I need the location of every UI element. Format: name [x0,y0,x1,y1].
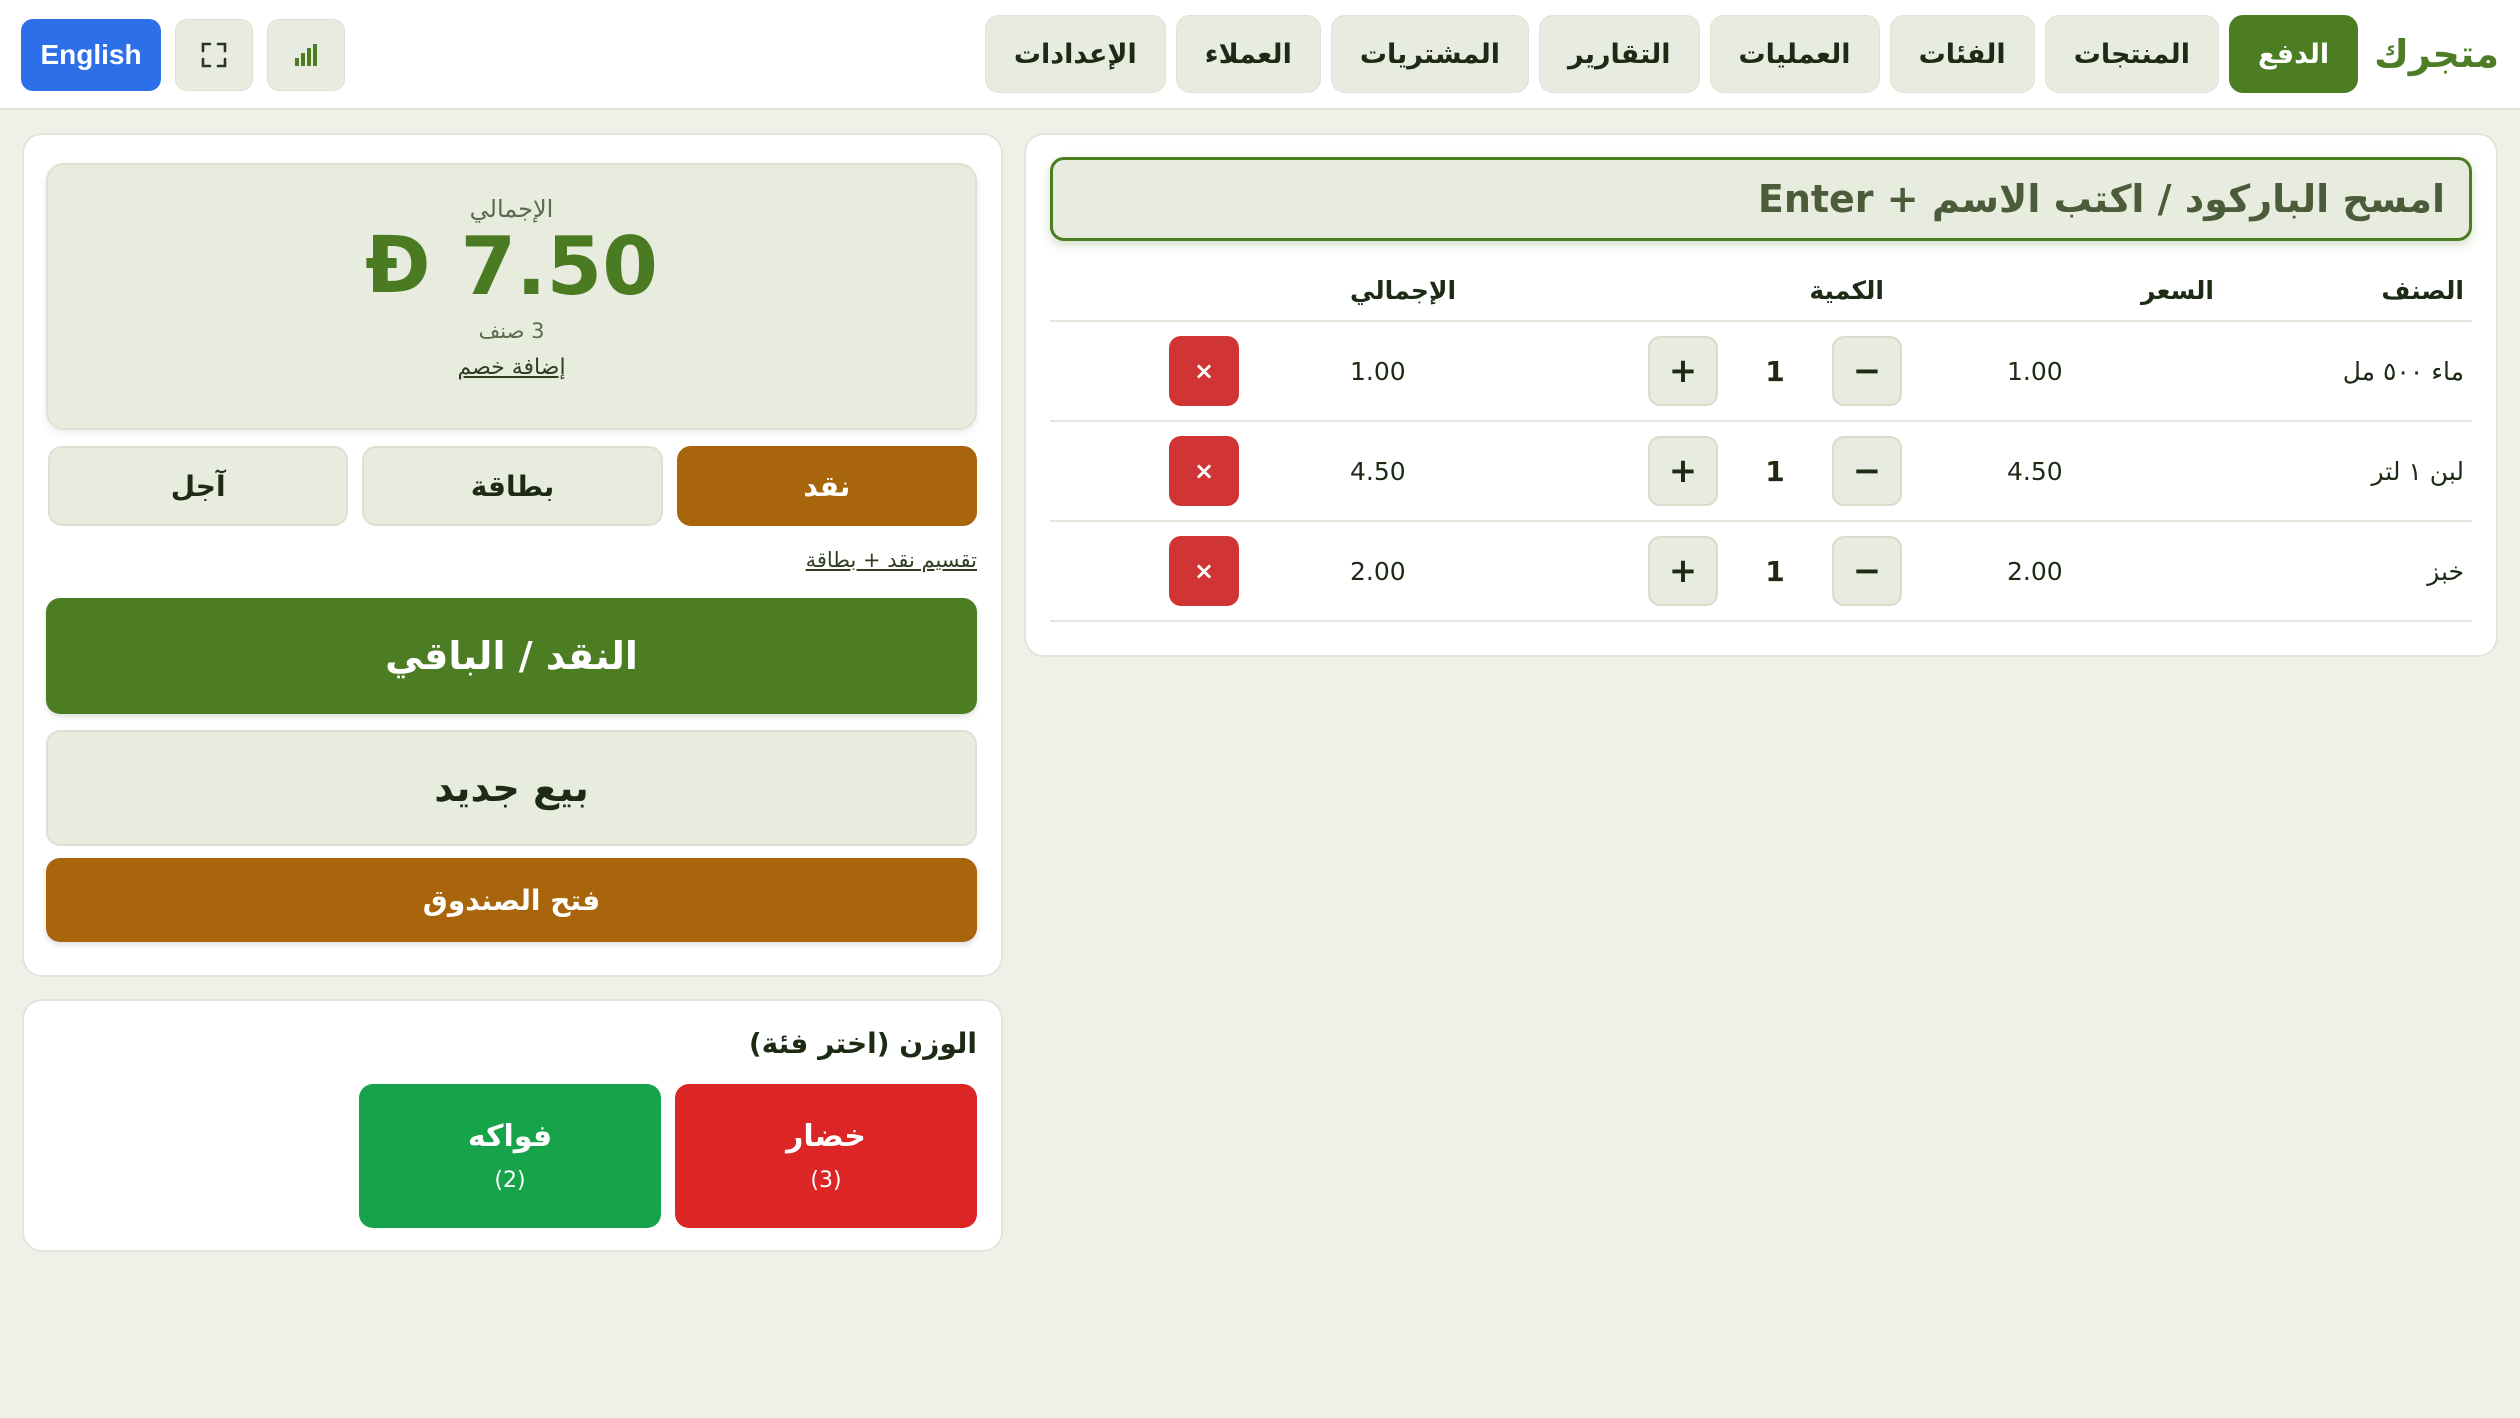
nav-tab-products[interactable]: المنتجات [2044,15,2219,93]
split-payment-link: تقسيم نقد + بطاقة [48,548,977,572]
brand-logo: متجرك [2374,32,2499,76]
qty-stepper: − 1 + [1520,436,1902,506]
category-count: (2) [494,1168,526,1193]
language-toggle-button[interactable]: English [21,19,161,91]
currency-icon: Ð [365,221,431,312]
cart-panel: امسح الباركود / اكتب الاسم + Enter الصنف… [1024,133,2498,657]
item-count: 3 صنف [478,319,545,343]
header-qty: الكمية [1512,261,1952,322]
open-drawer-button[interactable]: فتح الصندوق [46,858,977,942]
header-item: الصنف [2222,261,2472,322]
weight-category-fruits[interactable]: فواكه (2) [359,1084,661,1228]
header-total: الإجمالي [1342,261,1512,322]
nav-tab-purchases[interactable]: المشتريات [1330,15,1530,93]
qty-increase-button[interactable]: + [1648,336,1718,406]
nav-tab-categories[interactable]: الفئات [1889,15,2035,93]
add-discount-link[interactable]: إضافة خصم [457,355,565,380]
qty-decrease-button[interactable]: − [1832,436,1902,506]
weight-category-vegetables[interactable]: خضار (3) [675,1084,977,1228]
nav-tab-settings[interactable]: الإعدادات [984,15,1166,93]
cart-item-total: 1.00 [1342,321,1512,422]
payment-method-cash[interactable]: نقد [676,446,977,526]
fullscreen-icon [201,42,227,68]
payment-method-card[interactable]: بطاقة [362,446,663,526]
cart-item-qty-cell: − 1 + [1512,321,1952,422]
nav-tab-checkout[interactable]: الدفع [2228,15,2359,93]
top-bar: متجرك الدفع المنتجات الفئات العمليات الت… [0,0,2520,110]
total-label: الإجمالي [469,195,554,223]
cart-item-name: لبن ١ لتر [2222,421,2472,522]
cart-item-delete-cell: × [1050,321,1342,422]
weight-category-list: خضار (3) فواكه (2) [48,1084,977,1228]
cart-item-qty-cell: − 1 + [1512,521,1952,622]
stats-button[interactable] [267,19,345,91]
cart-item-price: 4.50 [1952,421,2222,522]
header-price: السعر [1952,261,2222,322]
cart-row: لبن ١ لتر 4.50 − 1 + 4.50 × [1050,421,2472,522]
main-nav: الدفع المنتجات الفئات العمليات التقارير … [984,15,2359,93]
fullscreen-button[interactable] [175,19,253,91]
cart-item-qty-cell: − 1 + [1512,421,1952,522]
cart-item-total: 4.50 [1342,421,1512,522]
cart-row: ماء ٥٠٠ مل 1.00 − 1 + 1.00 × [1050,321,2472,422]
qty-decrease-button[interactable]: − [1832,536,1902,606]
cart-item-delete-cell: × [1050,421,1342,522]
category-name: فواكه [467,1119,553,1154]
qty-value: 1 [1765,554,1785,588]
total-amount-row: Ð 7.50 [48,225,975,309]
qty-stepper: − 1 + [1520,536,1902,606]
cart-table-header: الصنف السعر الكمية الإجمالي [1050,261,2472,322]
cart-row: خبز 2.00 − 1 + 2.00 × [1050,521,2472,622]
remove-item-button[interactable]: × [1169,336,1239,406]
payment-panel: الإجمالي Ð 7.50 3 صنف إضافة خصم نقد بطاق… [22,133,1003,977]
total-summary: الإجمالي Ð 7.50 3 صنف إضافة خصم [46,163,977,430]
qty-value: 1 [1765,454,1785,488]
qty-increase-button[interactable]: + [1648,536,1718,606]
qty-decrease-button[interactable]: − [1832,336,1902,406]
header-delete [1050,261,1342,322]
qty-increase-button[interactable]: + [1648,436,1718,506]
weight-panel: الوزن (اختر فئة) خضار (3) فواكه (2) [22,999,1003,1252]
cart-item-delete-cell: × [1050,521,1342,622]
weight-title: الوزن (اختر فئة) [748,1027,977,1060]
barcode-search-input[interactable]: امسح الباركود / اكتب الاسم + Enter [1050,157,2472,241]
new-sale-button[interactable]: بيع جديد [46,730,977,846]
remove-item-button[interactable]: × [1169,536,1239,606]
qty-value: 1 [1765,354,1785,388]
cash-change-button[interactable]: النقد / الباقي [46,598,977,714]
payment-method-selector: نقد بطاقة آجل [48,446,977,526]
category-name: خضار [786,1119,866,1154]
cart-item-name: خبز [2222,521,2472,622]
nav-tab-transactions[interactable]: العمليات [1709,15,1880,93]
category-count: (3) [810,1168,842,1193]
header-qty-label: الكمية [1809,276,1884,305]
cart-item-price: 1.00 [1952,321,2222,422]
cart-table: الصنف السعر الكمية الإجمالي ماء ٥٠٠ مل 1… [1050,261,2472,622]
cart-item-total: 2.00 [1342,521,1512,622]
payment-method-credit[interactable]: آجل [48,446,349,526]
nav-tab-customers[interactable]: العملاء [1175,15,1321,93]
bar-chart-icon [295,44,317,66]
split-payment-link-text[interactable]: تقسيم نقد + بطاقة [806,548,977,572]
qty-stepper: − 1 + [1520,336,1902,406]
remove-item-button[interactable]: × [1169,436,1239,506]
top-bar-actions: English [21,19,345,91]
cart-item-price: 2.00 [1952,521,2222,622]
cart-item-name: ماء ٥٠٠ مل [2222,321,2472,422]
total-amount: 7.50 [460,220,658,313]
nav-tab-reports[interactable]: التقارير [1539,15,1700,93]
